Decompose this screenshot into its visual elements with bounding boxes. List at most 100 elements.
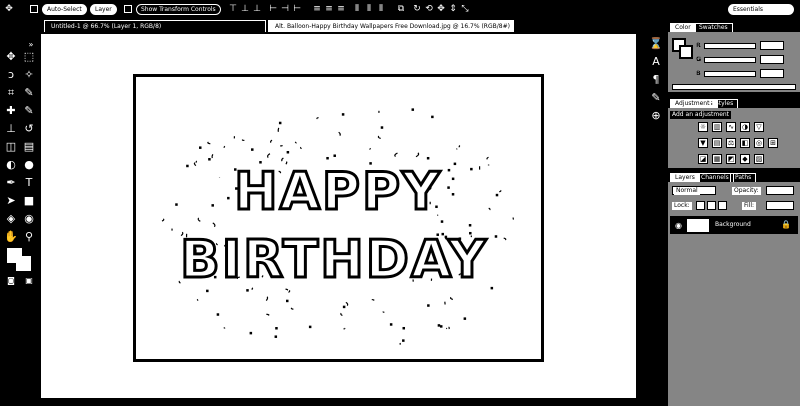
- exposure-icon[interactable]: ◑: [740, 122, 750, 132]
- channel-mixer-icon[interactable]: ⊞: [768, 138, 778, 148]
- vibrance-icon[interactable]: ▼: [698, 138, 708, 148]
- move-tool-icon[interactable]: ✥: [4, 50, 18, 64]
- distribute-left-icon[interactable]: ⫴: [352, 4, 362, 15]
- channel-r-value[interactable]: [760, 41, 784, 50]
- image-artboard[interactable]: HAPPY BIRTHDAY: [133, 74, 544, 362]
- pen-tool-icon[interactable]: ✒: [4, 176, 18, 190]
- auto-align-icon[interactable]: ⧉: [396, 4, 406, 15]
- invert-icon[interactable]: ◪: [698, 154, 708, 164]
- marquee-tool-icon[interactable]: ⬚: [22, 50, 36, 64]
- document-canvas[interactable]: HAPPY BIRTHDAY: [40, 33, 637, 399]
- dodge-tool-icon[interactable]: ●: [22, 158, 36, 172]
- levels-icon[interactable]: ▥: [712, 122, 722, 132]
- hand-tool-icon[interactable]: ✋: [4, 230, 18, 244]
- hue-saturation-icon[interactable]: ▤: [712, 138, 722, 148]
- tab-paths[interactable]: Paths: [730, 173, 757, 182]
- blur-tool-icon[interactable]: ◐: [4, 158, 18, 172]
- layer-row-background[interactable]: ◉ Background 🔒: [670, 216, 798, 234]
- auto-select-checkbox[interactable]: [30, 5, 38, 13]
- align-bottom-icon[interactable]: ⊥: [252, 4, 262, 15]
- 3d-roll-icon[interactable]: ⟲: [424, 4, 434, 15]
- black-white-icon[interactable]: ◧: [740, 138, 750, 148]
- 3d-object-icon[interactable]: ◈: [4, 212, 18, 226]
- distribute-center-icon[interactable]: ⫴: [364, 4, 374, 15]
- channel-b-slider[interactable]: [704, 71, 756, 77]
- lock-position-icon[interactable]: [718, 201, 727, 210]
- brightness-icon[interactable]: ☼: [698, 122, 708, 132]
- history-panel-icon[interactable]: ⌛: [648, 36, 664, 52]
- lock-pixels-icon[interactable]: [707, 201, 716, 210]
- show-transform-controls-label[interactable]: Show Transform Controls: [136, 4, 221, 15]
- birthday-artwork: HAPPY BIRTHDAY: [161, 108, 515, 345]
- eraser-tool-icon[interactable]: ◫: [4, 140, 18, 154]
- character-panel-icon[interactable]: A: [648, 54, 664, 70]
- 3d-camera-icon[interactable]: ◉: [22, 212, 36, 226]
- curves-icon[interactable]: ∿: [726, 122, 736, 132]
- distribute-bottom-icon[interactable]: ≡: [336, 4, 346, 15]
- channel-r-slider[interactable]: [704, 43, 756, 49]
- 3d-scale-icon[interactable]: ⤡: [460, 4, 470, 15]
- screen-mode-icon[interactable]: ▣: [22, 274, 36, 288]
- color-spectrum-bar[interactable]: [672, 84, 796, 90]
- align-top-icon[interactable]: ⊤: [228, 4, 238, 15]
- lasso-tool-icon[interactable]: ↄ: [4, 68, 18, 82]
- channel-g-slider[interactable]: [704, 57, 756, 63]
- tab-swatches[interactable]: Swatches: [694, 23, 733, 32]
- tab-untitled-document[interactable]: Untitled-1 @ 66.7% (Layer 1, RGB/8): [44, 20, 266, 32]
- align-middle-icon[interactable]: ⊥: [240, 4, 250, 15]
- shape-tool-icon[interactable]: ■: [22, 194, 36, 208]
- layer-visibility-eye-icon[interactable]: ◉: [675, 221, 682, 230]
- photo-filter-icon[interactable]: ◎: [754, 138, 764, 148]
- gradient-tool-icon[interactable]: ▤: [22, 140, 36, 154]
- channel-g-value[interactable]: [760, 55, 784, 64]
- auto-select-label[interactable]: Auto-Select: [42, 4, 87, 15]
- distribute-top-icon[interactable]: ≡: [312, 4, 322, 15]
- tab-channels[interactable]: Channels: [696, 173, 734, 182]
- threshold-icon[interactable]: ◩: [726, 154, 736, 164]
- gradient-map-2-icon[interactable]: ▨: [754, 154, 764, 164]
- background-color-swatch[interactable]: [16, 256, 31, 271]
- brush-tool-icon[interactable]: ✎: [22, 104, 36, 118]
- show-transform-checkbox[interactable]: [124, 5, 132, 13]
- 3d-drag-icon[interactable]: ✥: [436, 4, 446, 15]
- workspace-switcher[interactable]: Essentials: [728, 4, 794, 15]
- confetti-piece: [193, 162, 197, 167]
- eyedropper-icon[interactable]: ✎: [22, 86, 36, 100]
- quick-mask-icon[interactable]: ◙: [4, 274, 18, 288]
- path-selection-icon[interactable]: ➤: [4, 194, 18, 208]
- tab-color[interactable]: Color: [670, 23, 696, 32]
- clone-source-icon[interactable]: ⊕: [648, 108, 664, 124]
- paragraph-panel-icon[interactable]: ¶: [648, 72, 664, 88]
- selective-color-icon[interactable]: ◆: [740, 154, 750, 164]
- layer-lock-icon: 🔒: [781, 220, 791, 229]
- type-tool-icon[interactable]: T: [22, 176, 36, 190]
- align-right-icon[interactable]: ⊢: [292, 4, 302, 15]
- crop-tool-icon[interactable]: ⌗: [4, 86, 18, 100]
- healing-brush-icon[interactable]: ✚: [4, 104, 18, 118]
- color-panel-background[interactable]: [679, 45, 693, 59]
- zoom-tool-icon[interactable]: ⚲: [22, 230, 36, 244]
- posterize-icon[interactable]: ▦: [712, 154, 722, 164]
- gradient-map-icon[interactable]: ▽: [754, 122, 764, 132]
- confetti-piece: [380, 126, 384, 129]
- fill-field[interactable]: [766, 201, 794, 210]
- move-tool-icon[interactable]: ✥: [4, 4, 14, 15]
- opacity-field[interactable]: [766, 186, 794, 195]
- distribute-right-icon[interactable]: ⫴: [376, 4, 386, 15]
- magic-wand-icon[interactable]: ✧: [22, 68, 36, 82]
- lock-transparency-icon[interactable]: [696, 201, 705, 210]
- tab-styles[interactable]: Styles: [710, 99, 739, 108]
- clone-stamp-icon[interactable]: ⊥: [4, 122, 18, 136]
- layer-dropdown[interactable]: Layer: [90, 4, 117, 15]
- confetti-decoration: [161, 108, 515, 345]
- 3d-slide-icon[interactable]: ⇕: [448, 4, 458, 15]
- channel-b-value[interactable]: [760, 69, 784, 78]
- brush-panel-icon[interactable]: ✎: [648, 90, 664, 106]
- align-center-icon[interactable]: ⊣: [280, 4, 290, 15]
- 3d-rotate-icon[interactable]: ↻: [412, 4, 422, 15]
- color-balance-icon[interactable]: ⚖: [726, 138, 736, 148]
- align-left-icon[interactable]: ⊢: [268, 4, 278, 15]
- distribute-middle-icon[interactable]: ≡: [324, 4, 334, 15]
- tab-birthday-document[interactable]: Alt. Balloon-Happy Birthday Wallpapers F…: [268, 20, 514, 32]
- history-brush-icon[interactable]: ↺: [22, 122, 36, 136]
